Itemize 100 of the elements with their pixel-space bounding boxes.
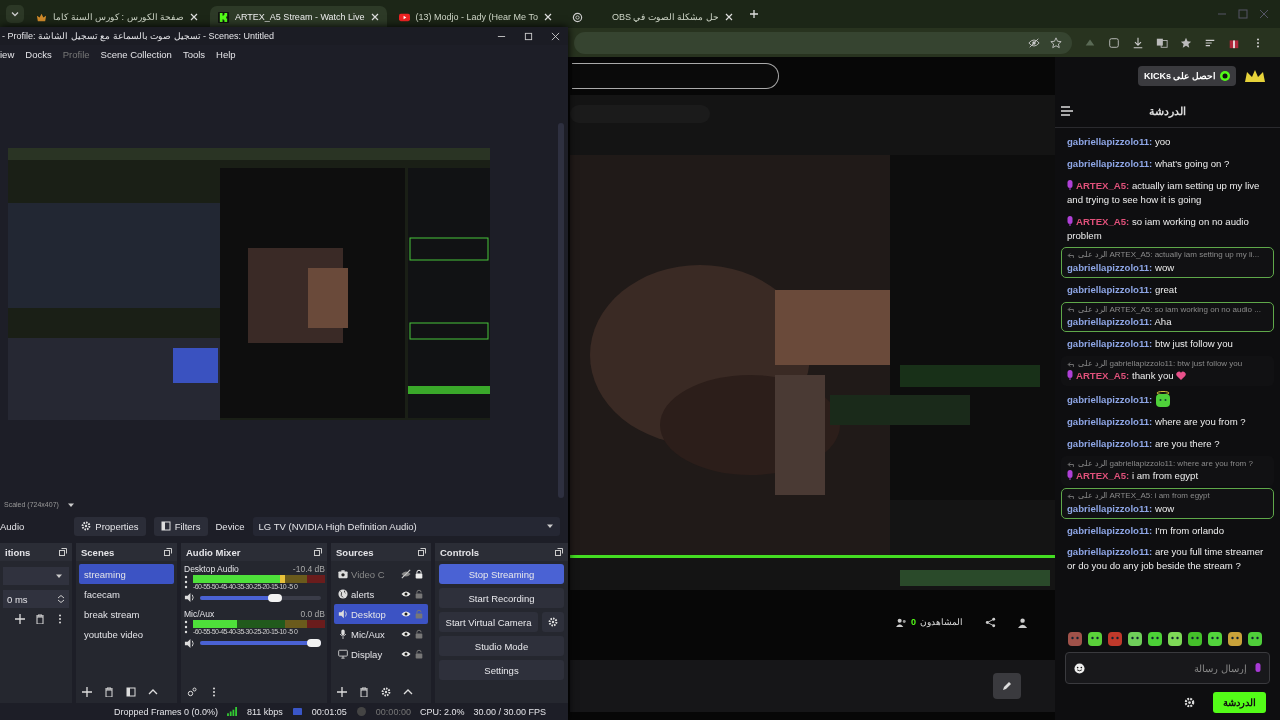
message-field[interactable]: إرسال رسالة (1091, 661, 1249, 675)
undock-icon[interactable] (555, 548, 563, 556)
maximize-icon[interactable] (524, 31, 533, 41)
scene-item[interactable]: facecam (79, 584, 174, 604)
menu-item[interactable]: Tools (182, 48, 206, 60)
eye-icon[interactable] (401, 629, 411, 639)
username[interactable]: gabriellapizzolo11: (1067, 416, 1153, 428)
edit-button[interactable] (993, 673, 1021, 699)
emote-icon[interactable] (1147, 631, 1163, 647)
scene-item[interactable]: break stream (79, 604, 174, 624)
filters-button[interactable]: Filters (153, 516, 208, 536)
source-item[interactable]: Display (334, 644, 428, 664)
trash-icon[interactable] (104, 687, 114, 697)
device-dropdown[interactable]: LG TV (NVIDIA High Definition Audio) (252, 516, 560, 536)
username[interactable]: gabriellapizzolo11: (1067, 502, 1153, 514)
properties-button[interactable]: Properties (74, 516, 146, 536)
user-icon[interactable] (1018, 616, 1029, 628)
control-button[interactable]: Start Virtual Camera (439, 612, 538, 632)
scene-item[interactable]: streaming (79, 564, 174, 584)
message-box[interactable]: إرسال رسالة (1065, 652, 1270, 684)
username[interactable]: ARTEX_A5: (1076, 215, 1130, 227)
username[interactable]: gabriellapizzolo11: (1067, 337, 1153, 349)
username[interactable]: gabriellapizzolo11: (1067, 316, 1153, 328)
add-icon[interactable] (15, 614, 25, 624)
close-icon[interactable] (370, 13, 379, 21)
emote-icon[interactable] (1127, 631, 1143, 647)
filter-icon[interactable] (126, 687, 136, 697)
username[interactable]: gabriellapizzolo11: (1067, 157, 1153, 169)
close-icon[interactable] (551, 31, 560, 41)
username[interactable]: gabriellapizzolo11: (1067, 283, 1153, 295)
undock-icon[interactable] (314, 548, 322, 556)
trash-icon[interactable] (359, 687, 369, 697)
undock-icon[interactable] (59, 548, 67, 556)
menu-item[interactable]: Docks (25, 48, 52, 60)
translate-icon[interactable] (1156, 36, 1168, 49)
close-icon[interactable] (543, 13, 552, 21)
settings-icon[interactable] (1184, 696, 1195, 708)
mic-icon[interactable] (1255, 662, 1261, 674)
emote-icon[interactable] (1087, 631, 1103, 647)
download-icon[interactable] (1132, 36, 1144, 49)
menu-item[interactable]: Scene Collection (100, 48, 172, 60)
add-icon[interactable] (337, 687, 347, 697)
bookmark-icon[interactable] (1180, 36, 1192, 49)
control-button[interactable]: Settings (439, 660, 564, 680)
more-icon[interactable] (184, 575, 188, 589)
username[interactable]: gabriellapizzolo11: (1067, 546, 1153, 558)
up-icon[interactable] (148, 687, 158, 697)
emote-icon[interactable] (1247, 631, 1263, 647)
eye-icon[interactable] (401, 589, 411, 599)
menu-icon[interactable] (1061, 106, 1073, 116)
source-item[interactable]: alerts (334, 584, 428, 604)
close-icon[interactable] (725, 13, 733, 21)
emote-icon[interactable] (1167, 631, 1183, 647)
eye-off-icon[interactable] (401, 569, 411, 579)
browser-tab[interactable]: (13) Modjo - Lady (Hear Me To (390, 6, 560, 28)
undock-icon[interactable] (164, 548, 172, 556)
browser-tab[interactable]: صفحة الكورس : كورس السنة كاما (28, 6, 206, 28)
speaker-icon[interactable] (184, 592, 195, 604)
trash-icon[interactable] (35, 614, 45, 624)
username[interactable]: gabriellapizzolo11: (1067, 524, 1153, 536)
volume-slider[interactable] (200, 639, 321, 648)
spinner-icon[interactable] (57, 595, 65, 603)
share-icon[interactable] (985, 616, 996, 628)
star-icon[interactable] (1050, 36, 1062, 49)
username[interactable]: ARTEX_A5: (1076, 470, 1130, 482)
menu-item[interactable]: Help (216, 48, 236, 60)
kicks-button[interactable]: احصل على KICKs (1137, 66, 1236, 86)
add-icon[interactable] (82, 687, 92, 697)
emote-icon[interactable] (1227, 631, 1243, 647)
duration-field[interactable]: 0 ms (3, 590, 69, 608)
emote-icon[interactable] (1187, 631, 1203, 647)
source-item[interactable]: Video C (334, 564, 428, 584)
gear-icon[interactable] (381, 687, 391, 697)
undock-icon[interactable] (418, 548, 426, 556)
browser-tab[interactable]: حل مشكلة الصوت في OBS (603, 6, 741, 28)
menu-item[interactable]: iew (0, 48, 15, 60)
more-icon[interactable] (184, 620, 188, 635)
username[interactable]: ARTEX_A5: (1076, 179, 1130, 191)
eye-icon[interactable] (401, 609, 411, 619)
username[interactable]: gabriellapizzolo11: (1067, 394, 1153, 406)
eye-icon[interactable] (401, 649, 411, 659)
chat-button[interactable]: الدردشة (1213, 691, 1266, 713)
scene-item[interactable]: youtube video (79, 624, 174, 644)
browser-tab[interactable]: ARTEX_A5 Stream - Watch Live (210, 6, 387, 28)
lock-icon[interactable] (414, 569, 424, 579)
username[interactable]: gabriellapizzolo11: (1067, 136, 1153, 147)
source-item[interactable]: Mic/Aux (334, 624, 428, 644)
emote-icon[interactable] (1207, 631, 1223, 647)
smiley-icon[interactable] (1074, 662, 1085, 674)
control-button[interactable]: Stop Streaming (439, 564, 564, 584)
username[interactable]: gabriellapizzolo11: (1067, 261, 1153, 273)
username[interactable]: ARTEX_A5: (1076, 370, 1130, 382)
up-icon[interactable] (403, 687, 413, 697)
search-field[interactable] (572, 63, 779, 89)
username[interactable]: gabriellapizzolo11: (1067, 438, 1153, 450)
eye-off-icon[interactable] (1028, 36, 1040, 49)
settings-button[interactable] (542, 612, 564, 632)
control-button[interactable]: Studio Mode (439, 636, 564, 656)
control-button[interactable]: Start Recording (439, 588, 564, 608)
tab-list-icon[interactable] (6, 5, 24, 23)
